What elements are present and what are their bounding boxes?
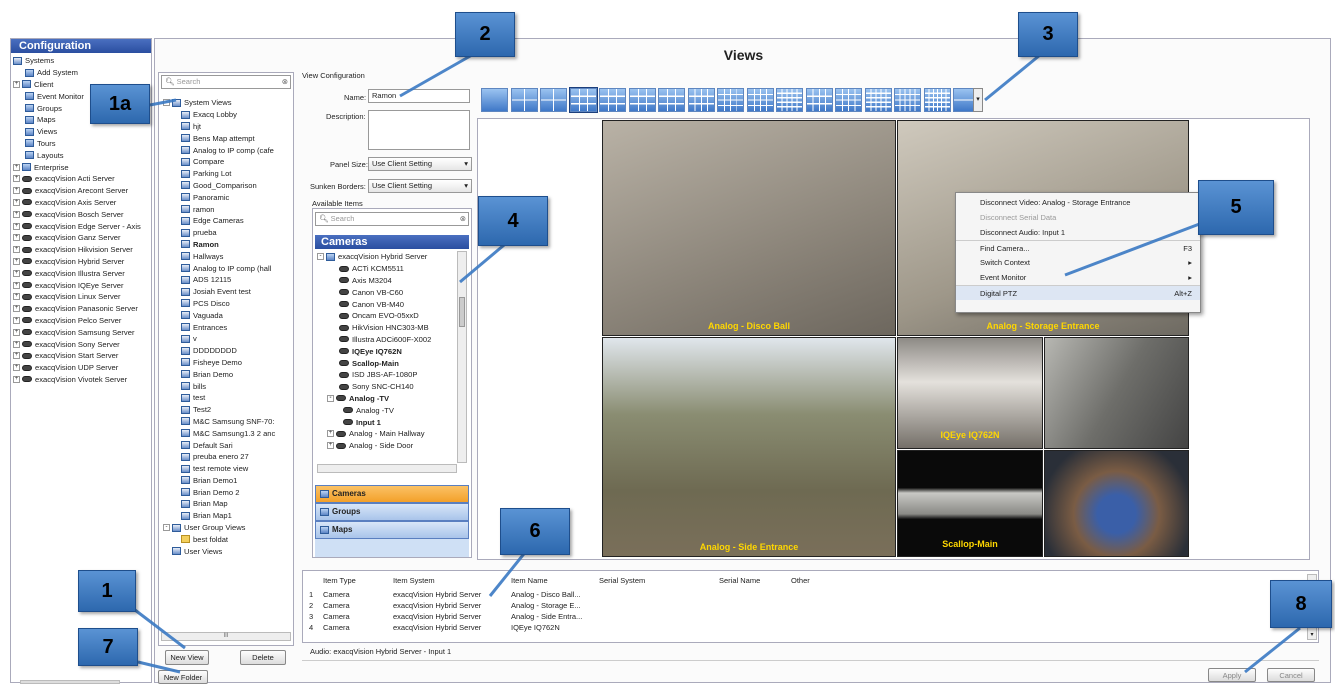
arrow-1 bbox=[134, 608, 186, 650]
callout-3: 3 bbox=[1018, 12, 1078, 57]
arrow-3 bbox=[984, 53, 1041, 102]
callout-arrows bbox=[134, 53, 1301, 674]
callout-4: 4 bbox=[478, 196, 548, 246]
arrow-5 bbox=[1064, 218, 1211, 277]
callout-2: 2 bbox=[455, 12, 515, 57]
arrow-6 bbox=[488, 549, 529, 597]
arrow-1a bbox=[149, 98, 177, 107]
arrow-2 bbox=[399, 53, 473, 98]
callout-8: 8 bbox=[1270, 580, 1332, 628]
callout-6: 6 bbox=[500, 508, 570, 555]
arrow-7 bbox=[137, 660, 181, 674]
arrow-4 bbox=[459, 238, 511, 284]
arrow-8 bbox=[1244, 626, 1301, 674]
callout-5: 5 bbox=[1198, 180, 1274, 235]
callout-1: 1 bbox=[78, 570, 136, 612]
callout-1a: 1a bbox=[90, 84, 150, 124]
callout-7: 7 bbox=[78, 628, 138, 666]
